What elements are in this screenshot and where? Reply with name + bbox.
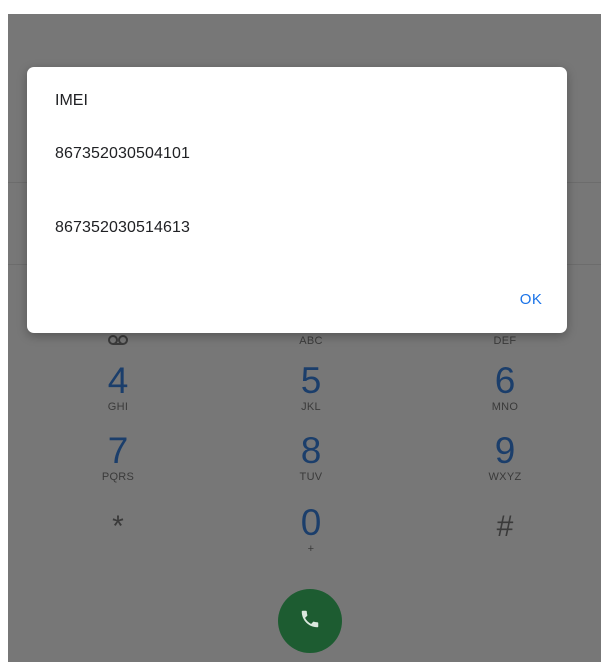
dial-key-0[interactable]: 0 + [251,504,371,556]
dial-key-5[interactable]: 5 JKL [251,362,371,414]
imei-value: 867352030504101 [55,145,190,162]
dial-key-digit: # [496,510,514,543]
phone-icon [299,608,321,635]
imei-dialog: IMEI 867352030504101 867352030514613 OK [27,67,567,333]
dial-key-digit: 9 [494,430,516,471]
dial-key-digit: 5 [300,360,322,401]
voicemail-icon [58,334,178,348]
dial-key-letters: JKL [301,401,321,413]
dial-key-star[interactable]: * [58,508,178,546]
ok-button[interactable]: OK [509,285,553,313]
dial-key-letters: GHI [107,401,129,413]
dial-key-4[interactable]: 4 GHI [58,362,178,414]
dial-key-letters: MNO [491,401,519,413]
dial-key-digit: * [112,510,124,543]
dial-key-digit: 4 [107,360,129,401]
dial-key-letters: WXYZ [488,471,522,483]
dial-key-7[interactable]: 7 PQRS [58,432,178,484]
dial-key-digit: 6 [494,360,516,401]
dial-key-9[interactable]: 9 WXYZ [445,432,565,484]
dial-key-digit: 0 [300,502,322,543]
dial-key-2[interactable]: ABC [251,334,371,348]
imei-value: 867352030514613 [55,219,190,236]
call-button[interactable] [278,589,342,653]
dial-key-digit: 7 [107,430,129,471]
dial-key-8[interactable]: 8 TUV [251,432,371,484]
dial-key-letters: PQRS [101,471,135,483]
dial-key-6[interactable]: 6 MNO [445,362,565,414]
dial-key-letters: ABC [299,335,323,347]
dial-key-letters: + [307,543,315,555]
dial-key-1[interactable] [58,334,178,348]
dial-key-letters: TUV [299,471,323,483]
dial-key-letters: DEF [493,335,517,347]
dial-key-3[interactable]: DEF [445,334,565,348]
dialog-title: IMEI [55,92,88,109]
dial-key-hash[interactable]: # [445,508,565,546]
dial-key-digit: 8 [300,430,322,471]
